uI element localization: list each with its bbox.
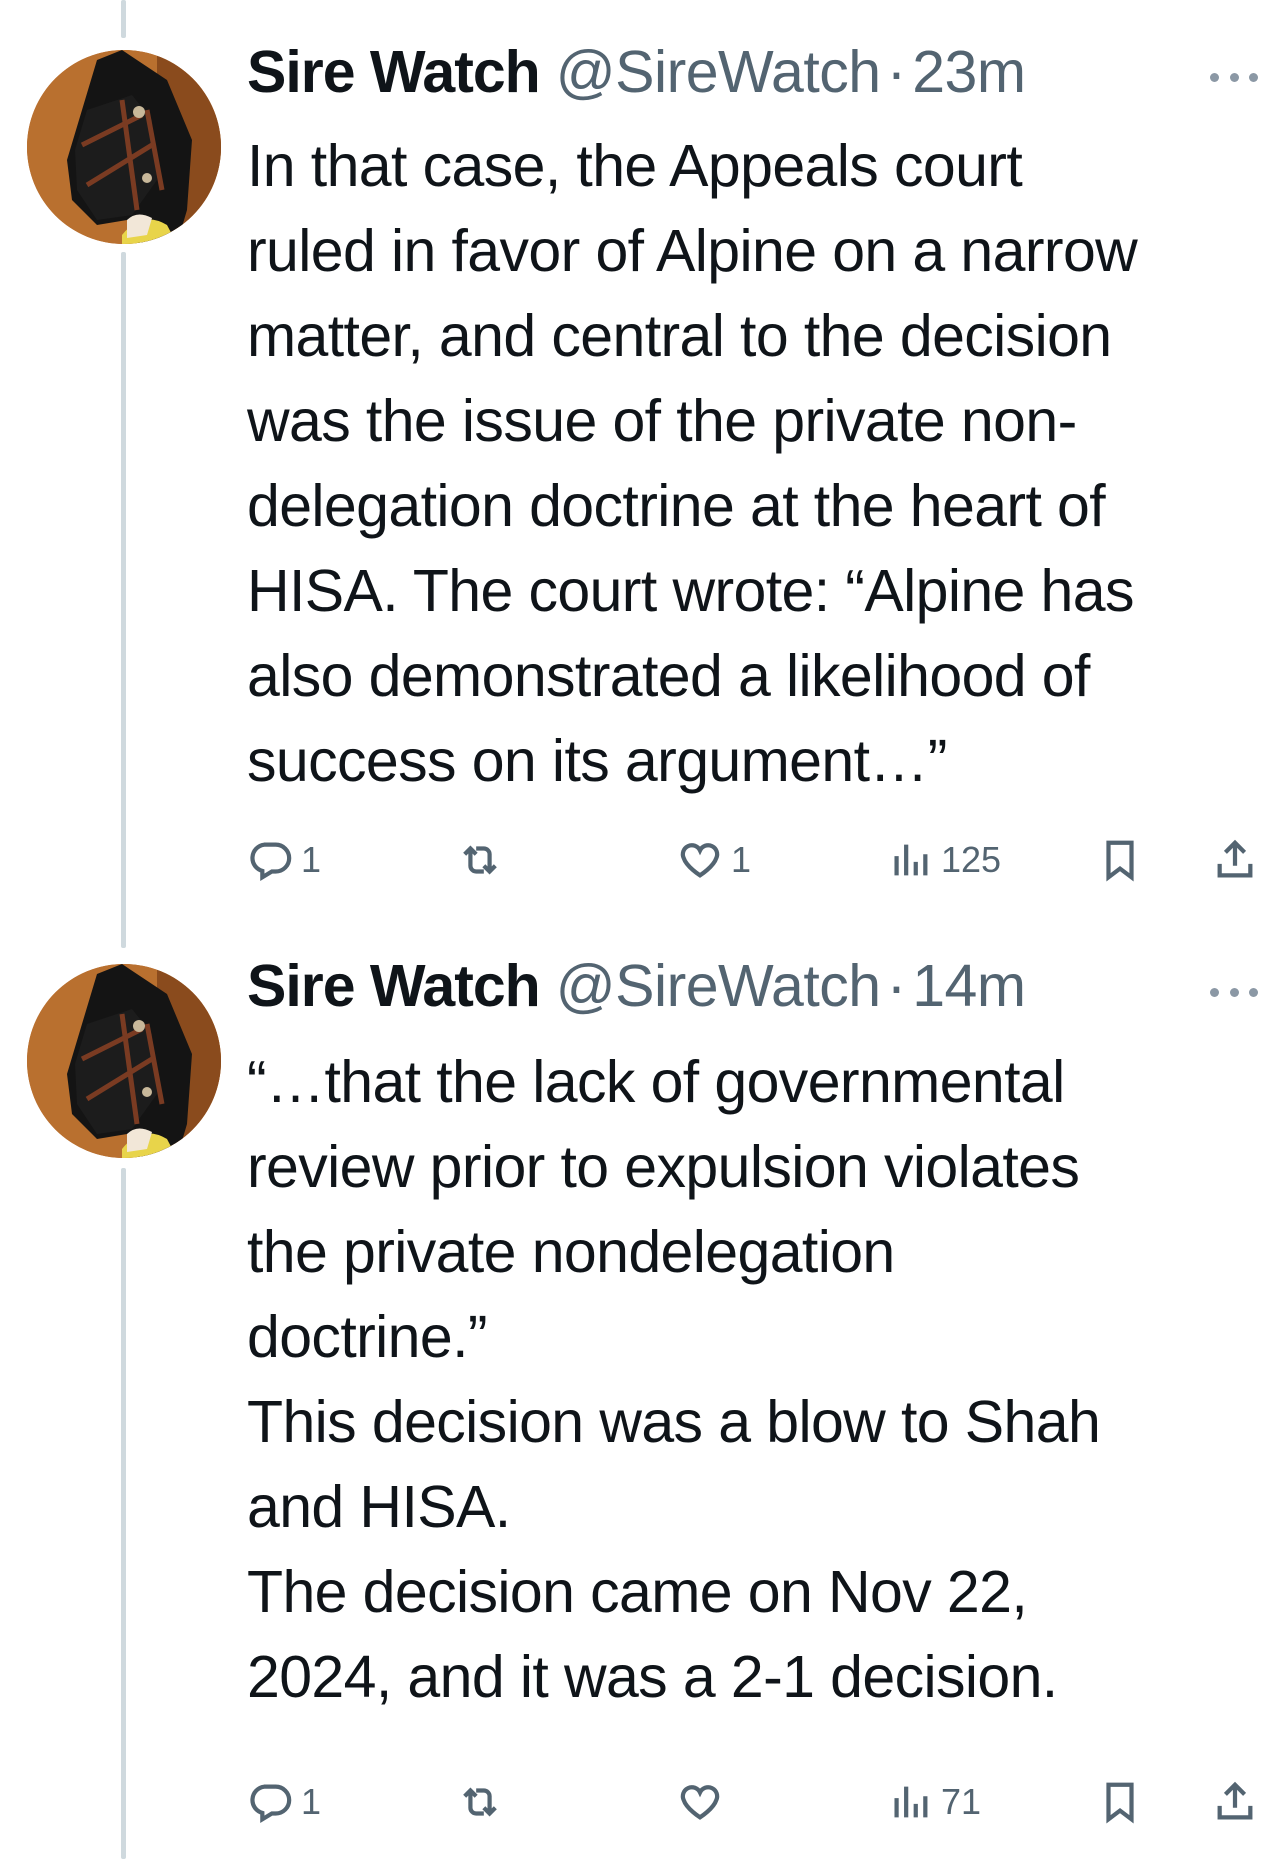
view-count: 71 (941, 1781, 982, 1822)
bookmark-icon (1106, 1782, 1134, 1824)
share-button[interactable] (1212, 830, 1258, 890)
share-icon (1217, 839, 1253, 878)
share-button[interactable] (1212, 1772, 1258, 1832)
views-icon (894, 844, 928, 876)
avatar[interactable] (27, 964, 221, 1158)
tweet[interactable]: Sire Watch @SireWatch · 14m “…that the l… (0, 940, 1285, 1859)
like-button[interactable]: 1 (677, 830, 751, 890)
reply-button[interactable]: 1 (247, 830, 321, 890)
avatar[interactable] (27, 50, 221, 244)
tweet-text: “…that the lack of governmental review p… (247, 1049, 1101, 1710)
views-button[interactable]: 71 (887, 1772, 981, 1832)
user-handle[interactable]: @SireWatch (556, 952, 881, 1020)
timestamp[interactable]: 14m (912, 952, 1026, 1020)
share-icon (1217, 1781, 1253, 1820)
bookmark-icon (1106, 840, 1134, 882)
retweet-button[interactable] (457, 830, 511, 890)
reply-button[interactable]: 1 (247, 1772, 321, 1832)
like-count: 1 (731, 839, 752, 880)
separator-dot: · (886, 39, 907, 105)
like-button[interactable] (677, 1772, 731, 1832)
tweet[interactable]: Sire Watch @SireWatch · 23m In that case… (0, 0, 1285, 940)
display-name[interactable]: Sire Watch (247, 38, 541, 106)
tweet-text: In that case, the Appeals court ruled in… (247, 133, 1138, 794)
more-options-icon[interactable] (1210, 67, 1258, 87)
like-icon (680, 1785, 720, 1820)
views-icon (894, 1786, 928, 1818)
horse-avatar-icon (27, 964, 221, 1158)
reply-count: 1 (301, 839, 322, 880)
bookmark-button[interactable] (1097, 830, 1143, 890)
user-handle[interactable]: @SireWatch (556, 38, 881, 106)
retweet-button[interactable] (457, 1772, 511, 1832)
like-icon (680, 843, 720, 878)
more-options-icon[interactable] (1210, 982, 1258, 1002)
reply-count: 1 (301, 1781, 322, 1822)
reply-icon (250, 1784, 292, 1823)
tweet-actions: 1 71 (247, 1772, 1262, 1832)
view-count: 125 (941, 839, 1002, 880)
display-name[interactable]: Sire Watch (247, 952, 541, 1020)
reply-icon (250, 842, 292, 881)
views-button[interactable]: 125 (887, 830, 1001, 890)
retweet-icon (463, 1787, 497, 1817)
tweet-actions: 1 1 125 (247, 830, 1262, 890)
separator-dot: · (886, 953, 907, 1019)
tweet-header: Sire Watch @SireWatch · 14m (247, 952, 1026, 1022)
tweet-header: Sire Watch @SireWatch · 23m (247, 38, 1026, 108)
bookmark-button[interactable] (1097, 1772, 1143, 1832)
retweet-icon (463, 845, 497, 875)
timestamp[interactable]: 23m (912, 38, 1026, 106)
horse-avatar-icon (27, 50, 221, 244)
